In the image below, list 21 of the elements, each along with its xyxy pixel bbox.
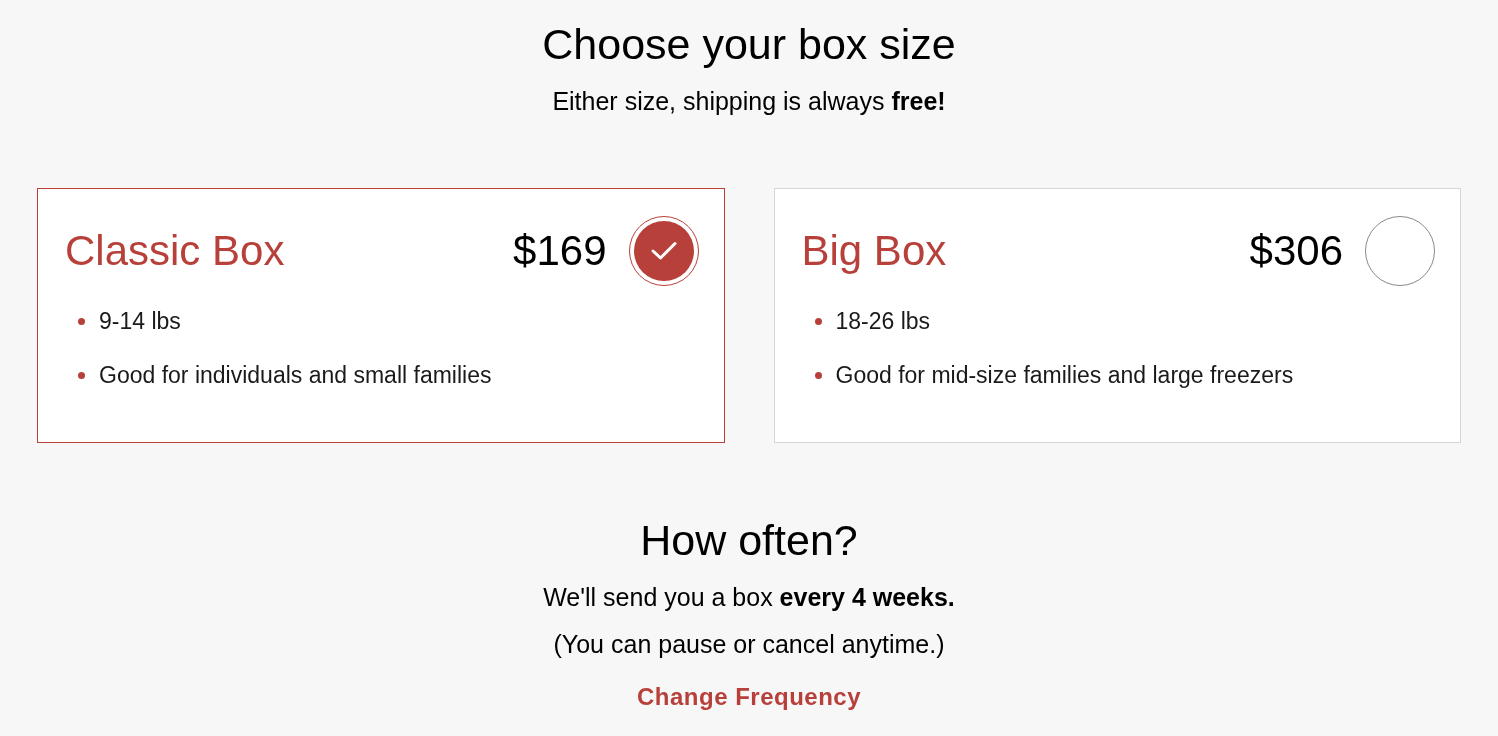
feature-text: Good for individuals and small families [99, 361, 492, 390]
frequency-text: (You can pause or cancel anytime.) [553, 630, 945, 658]
box-price: $306 [1249, 226, 1343, 276]
page-title: Choose your box size [542, 20, 956, 68]
bullet-icon [814, 317, 822, 325]
check-icon [650, 241, 677, 261]
feature-text: 9-14 lbs [99, 307, 181, 336]
bullet-icon [814, 371, 822, 379]
box-title: Big Box [801, 226, 947, 276]
box-price: $169 [513, 226, 607, 276]
change-frequency-link[interactable]: Change Frequency [636, 683, 861, 711]
frequency-text: We'll send you a box every 4 weeks. [543, 583, 955, 611]
feature-text: Good for mid-size families and large freezers [835, 361, 1294, 390]
box-option-card[interactable]: Big Box $306 18-26 lbs Good for mid-size families and large freezers [773, 188, 1461, 443]
box-option-card[interactable]: Classic Box $169 9-14 lbs Good for individuals and small families [37, 188, 725, 443]
bullet-icon [78, 317, 85, 325]
box-title: Classic Box [65, 226, 285, 276]
frequency-title: How often? [640, 516, 858, 564]
shipping-note: Either size, shipping is always free! [552, 87, 946, 115]
bullet-icon [78, 371, 85, 379]
feature-text: 18-26 lbs [835, 307, 931, 336]
